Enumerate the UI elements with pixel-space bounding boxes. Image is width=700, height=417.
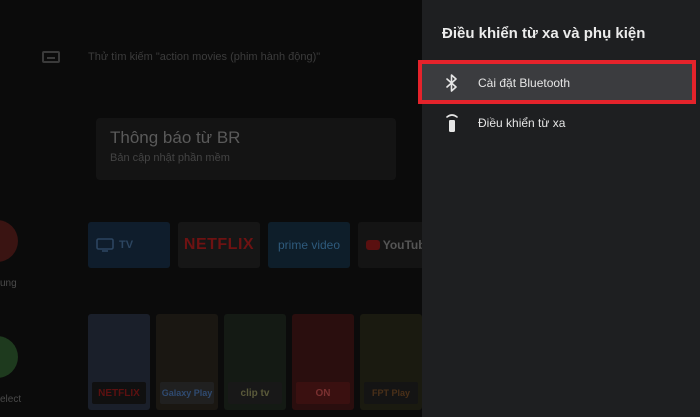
side-app-label: elect bbox=[0, 394, 22, 405]
thumbnail-caption: NETFLIX bbox=[92, 382, 146, 404]
thumbnail-caption: ON bbox=[296, 382, 350, 404]
youtube-logo-icon bbox=[365, 240, 380, 250]
app-tile-tv[interactable]: TV bbox=[88, 222, 170, 268]
content-thumbnail[interactable]: FPT Play bbox=[360, 314, 422, 410]
content-thumbnail[interactable]: NETFLIX bbox=[88, 314, 150, 410]
notification-subtitle: Bản cập nhật phần mềm bbox=[110, 152, 230, 164]
apps-row: TV NETFLIX prime video YouTube bbox=[88, 222, 422, 268]
app-tile-label: prime video bbox=[277, 238, 341, 252]
search-hint: Thử tìm kiếm "action movies (phim hành đ… bbox=[88, 51, 321, 63]
app-tile-label: NETFLIX bbox=[183, 236, 255, 253]
thumbnail-caption: Galaxy Play bbox=[160, 382, 214, 404]
side-app-icon[interactable] bbox=[0, 220, 18, 262]
menu-item-label: Cài đặt Bluetooth bbox=[478, 76, 571, 90]
bluetooth-icon bbox=[444, 73, 460, 93]
tv-icon bbox=[96, 238, 114, 252]
app-tile-netflix[interactable]: NETFLIX bbox=[178, 222, 260, 268]
app-tile-prime-video[interactable]: prime video bbox=[268, 222, 350, 268]
app-tile-label: YouTube bbox=[382, 238, 422, 252]
panel-title: Điều khiển từ xa và phụ kiện bbox=[442, 25, 646, 42]
search-bar[interactable]: Thử tìm kiếm "action movies (phim hành đ… bbox=[42, 44, 422, 70]
notification-card[interactable]: Thông báo từ BR Bản cập nhật phần mềm bbox=[96, 118, 396, 180]
thumbnail-caption: clip tv bbox=[228, 382, 282, 404]
side-app-icon[interactable] bbox=[0, 336, 18, 378]
remote-icon bbox=[444, 113, 460, 133]
keyboard-icon[interactable] bbox=[42, 51, 60, 63]
menu-item-label: Điều khiển từ xa bbox=[478, 116, 566, 130]
side-app-label: ung bbox=[0, 278, 17, 289]
settings-panel: Điều khiển từ xa và phụ kiện Cài đặt Blu… bbox=[422, 0, 700, 417]
menu-item-remote-control[interactable]: Điều khiển từ xa bbox=[422, 104, 694, 142]
notification-title: Thông báo từ BR bbox=[110, 128, 241, 147]
content-thumbnail[interactable]: ON bbox=[292, 314, 354, 410]
thumbnail-caption: FPT Play bbox=[364, 382, 418, 404]
launcher-background: Thử tìm kiếm "action movies (phim hành đ… bbox=[0, 0, 422, 417]
menu-item-bluetooth-settings[interactable]: Cài đặt Bluetooth bbox=[422, 64, 694, 102]
content-thumbnails-row: NETFLIX Galaxy Play clip tv ON FPT Play bbox=[88, 314, 422, 410]
app-tile-label: TV bbox=[119, 239, 134, 251]
content-thumbnail[interactable]: Galaxy Play bbox=[156, 314, 218, 410]
app-tile-youtube[interactable]: YouTube bbox=[358, 222, 422, 268]
content-thumbnail[interactable]: clip tv bbox=[224, 314, 286, 410]
